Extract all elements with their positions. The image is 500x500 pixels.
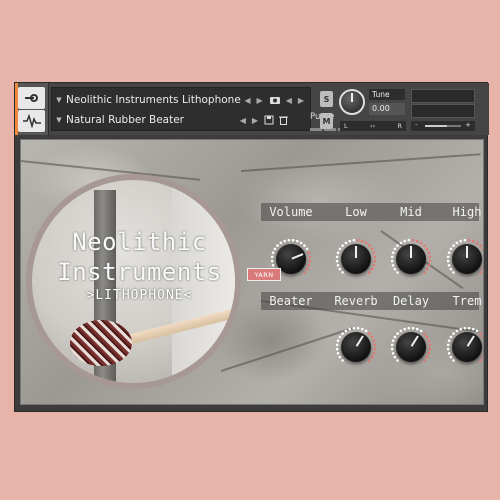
prev-snapshot-icon[interactable]: ◀ <box>286 96 292 105</box>
plugin-window: ▼ Neolithic Instruments Lithophone ◀ ▶ ◀… <box>14 82 489 412</box>
tune-value[interactable]: 0.00 <box>369 103 405 115</box>
next-snapshot-icon[interactable]: ▶ <box>298 96 304 105</box>
save-icon[interactable] <box>264 115 274 125</box>
volume-fill <box>425 125 447 127</box>
logo-title-line2: Instruments <box>57 258 222 286</box>
next-preset-icon[interactable]: ▶ <box>252 116 258 125</box>
tune-label: Tune <box>369 89 405 100</box>
pan-left-label: L <box>344 122 348 130</box>
header-tools <box>15 83 49 135</box>
low-label: Low <box>345 205 367 219</box>
mid-knob[interactable] <box>390 238 432 280</box>
camera-icon[interactable] <box>269 95 281 105</box>
logo-badge: Neolithic Instruments >LITHOPHONE< <box>26 174 241 389</box>
tune-knob[interactable] <box>339 89 365 115</box>
volume-label: Volume <box>269 205 313 219</box>
instrument-name-box: ▼ Neolithic Instruments Lithophone ◀ ▶ ◀… <box>51 87 350 131</box>
next-instrument-icon[interactable]: ▶ <box>257 96 263 105</box>
chevron-down-icon[interactable]: ▼ <box>52 96 66 104</box>
prev-instrument-icon[interactable]: ◀ <box>244 96 250 105</box>
vol-minus-label: - <box>415 121 418 129</box>
instrument-nav: ◀ ▶ <box>244 96 262 105</box>
output-meter-right <box>411 104 475 118</box>
mid-label: Mid <box>400 205 422 219</box>
beater-label: Beater <box>269 294 313 308</box>
pan-slider[interactable]: L ‹› R <box>340 121 406 131</box>
delay-knob[interactable] <box>390 326 432 368</box>
trem-label: Trem <box>452 294 482 308</box>
instrument-name[interactable]: Neolithic Instruments Lithophone <box>66 94 244 106</box>
vol-plus-label: + <box>465 121 471 129</box>
logo-title-line1: Neolithic <box>72 228 207 256</box>
high-label: High <box>452 205 482 219</box>
instrument-name-row[interactable]: ▼ Neolithic Instruments Lithophone ◀ ▶ ◀… <box>52 90 310 110</box>
low-knob[interactable] <box>335 238 377 280</box>
chevron-down-icon[interactable]: ▼ <box>52 116 66 124</box>
mallet-icon <box>70 320 132 366</box>
reverb-knob[interactable] <box>335 326 377 368</box>
high-knob[interactable] <box>446 238 483 280</box>
beater-select-button[interactable]: YARN <box>247 268 281 281</box>
output-meter-left <box>411 89 475 103</box>
solo-button[interactable]: S <box>320 91 333 107</box>
delay-label: Delay <box>392 294 430 308</box>
preset-name[interactable]: Natural Rubber Beater <box>66 114 240 126</box>
instrument-header: ▼ Neolithic Instruments Lithophone ◀ ▶ ◀… <box>15 83 489 135</box>
reverb-label: Reverb <box>334 294 378 308</box>
preset-nav: ◀ ▶ <box>240 116 258 125</box>
preset-row[interactable]: ▼ Natural Rubber Beater ◀ ▶ <box>52 110 310 130</box>
mute-button[interactable]: M <box>320 113 333 129</box>
pan-center-icon: ‹› <box>369 122 376 130</box>
snapshot-nav: ◀ ▶ <box>286 96 304 105</box>
pan-right-label: R <box>397 122 402 130</box>
trash-icon[interactable] <box>279 115 288 125</box>
waveform-icon[interactable] <box>18 110 45 132</box>
wrench-icon[interactable] <box>18 87 45 109</box>
trem-knob[interactable] <box>446 326 483 368</box>
volume-slider[interactable]: - + <box>411 121 475 131</box>
logo-subtitle: >LITHOPHONE< <box>86 288 193 303</box>
prev-preset-icon[interactable]: ◀ <box>240 116 246 125</box>
